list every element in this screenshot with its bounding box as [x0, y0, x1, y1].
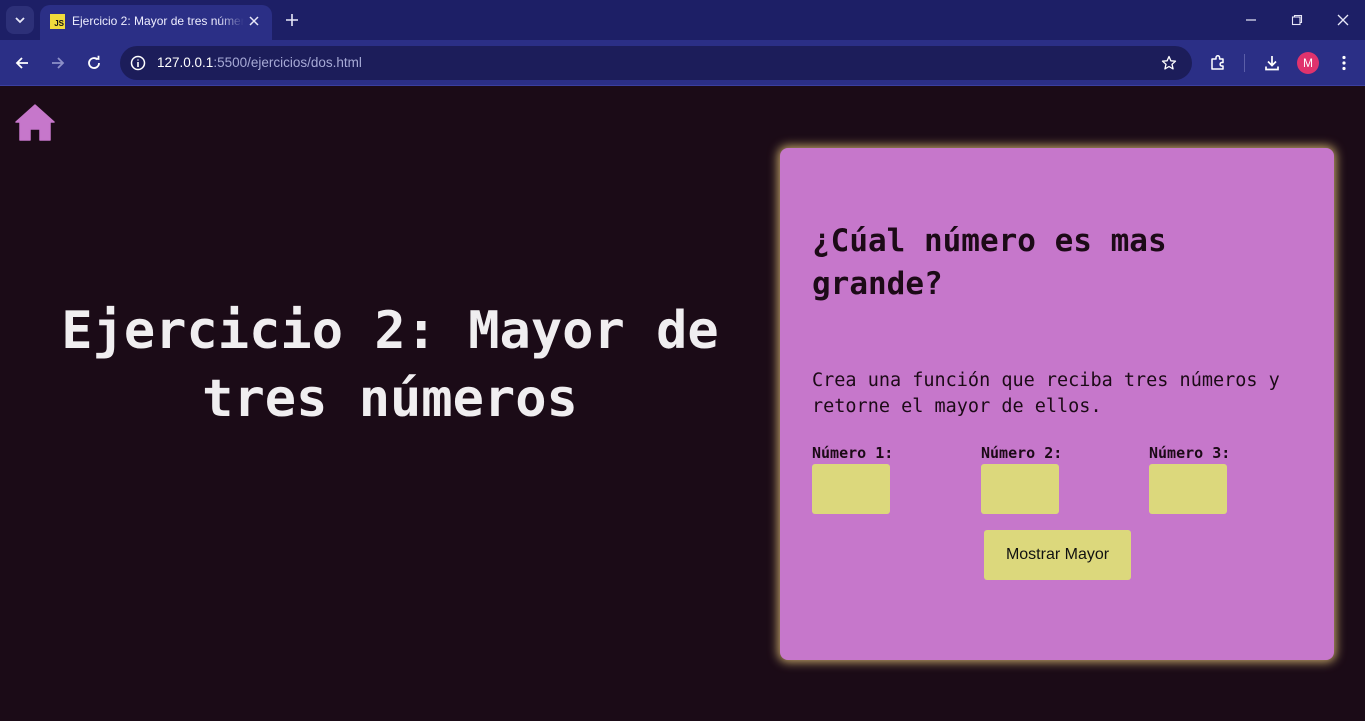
number-1-label: Número 1:: [812, 444, 894, 462]
download-icon: [1265, 56, 1279, 71]
home-link[interactable]: [15, 103, 55, 143]
url-text: 127.0.0.1:5500/ejercicios/dos.html: [157, 55, 362, 70]
back-button[interactable]: [10, 51, 34, 75]
chevron-down-icon: [15, 17, 25, 24]
reload-icon: [88, 55, 100, 69]
profile-avatar[interactable]: M: [1297, 52, 1319, 74]
close-window-button[interactable]: [1330, 8, 1356, 32]
minimize-icon: [1246, 19, 1256, 21]
bookmark-button[interactable]: [1160, 54, 1178, 72]
restore-icon: [1291, 14, 1303, 26]
page-title: Ejercicio 2: Mayor de tres números: [61, 301, 719, 429]
home-icon: [15, 104, 55, 141]
browser-menu-button[interactable]: [1332, 51, 1356, 75]
tab-search-button[interactable]: [6, 6, 34, 34]
tab-close-button[interactable]: [246, 13, 262, 29]
number-2-input[interactable]: [981, 464, 1059, 514]
page-content: Ejercicio 2: Mayor de tres números ¿Cúal…: [0, 87, 1365, 721]
close-icon: [1337, 14, 1349, 26]
reload-button[interactable]: [82, 51, 106, 75]
site-info-button[interactable]: [129, 54, 147, 72]
url-host: 127.0.0.1: [157, 55, 214, 70]
number-3-label: Número 3:: [1149, 444, 1231, 462]
address-bar[interactable]: 127.0.0.1:5500/ejercicios/dos.html: [120, 46, 1192, 80]
browser-tab-active[interactable]: JS Ejercicio 2: Mayor de tres números: [40, 5, 272, 40]
info-icon: [130, 55, 146, 71]
downloads-button[interactable]: [1260, 51, 1284, 75]
number-3-input[interactable]: [1149, 464, 1227, 514]
restore-button[interactable]: [1284, 8, 1310, 32]
toolbar-separator: [1244, 54, 1245, 72]
more-vertical-icon: [1342, 55, 1346, 71]
tab-title: Ejercicio 2: Mayor de tres números: [72, 14, 244, 28]
minimize-button[interactable]: [1238, 8, 1264, 32]
card-description: Crea una función que reciba tres números…: [812, 370, 1280, 417]
exercise-card: ¿Cúal número es mas grande? Crea una fun…: [780, 148, 1334, 660]
new-tab-button[interactable]: [282, 10, 302, 30]
arrow-right-icon: [52, 57, 65, 69]
extensions-button[interactable]: [1206, 51, 1230, 75]
browser-tab-bar: JS Ejercicio 2: Mayor de tres números: [0, 0, 1365, 40]
javascript-icon: JS: [50, 14, 65, 29]
star-icon: [1161, 55, 1177, 70]
forward-button[interactable]: [46, 51, 70, 75]
url-path: :5500/ejercicios/dos.html: [213, 55, 362, 70]
show-max-button[interactable]: Mostrar Mayor: [984, 530, 1131, 580]
arrow-left-icon: [15, 57, 28, 69]
puzzle-icon: [1211, 54, 1224, 70]
close-icon: [249, 16, 259, 26]
card-title: ¿Cúal número es mas grande?: [812, 223, 1167, 302]
number-2-label: Número 2:: [981, 444, 1063, 462]
number-1-input[interactable]: [812, 464, 890, 514]
browser-toolbar: 127.0.0.1:5500/ejercicios/dos.html M: [0, 40, 1365, 86]
plus-icon: [286, 14, 298, 26]
